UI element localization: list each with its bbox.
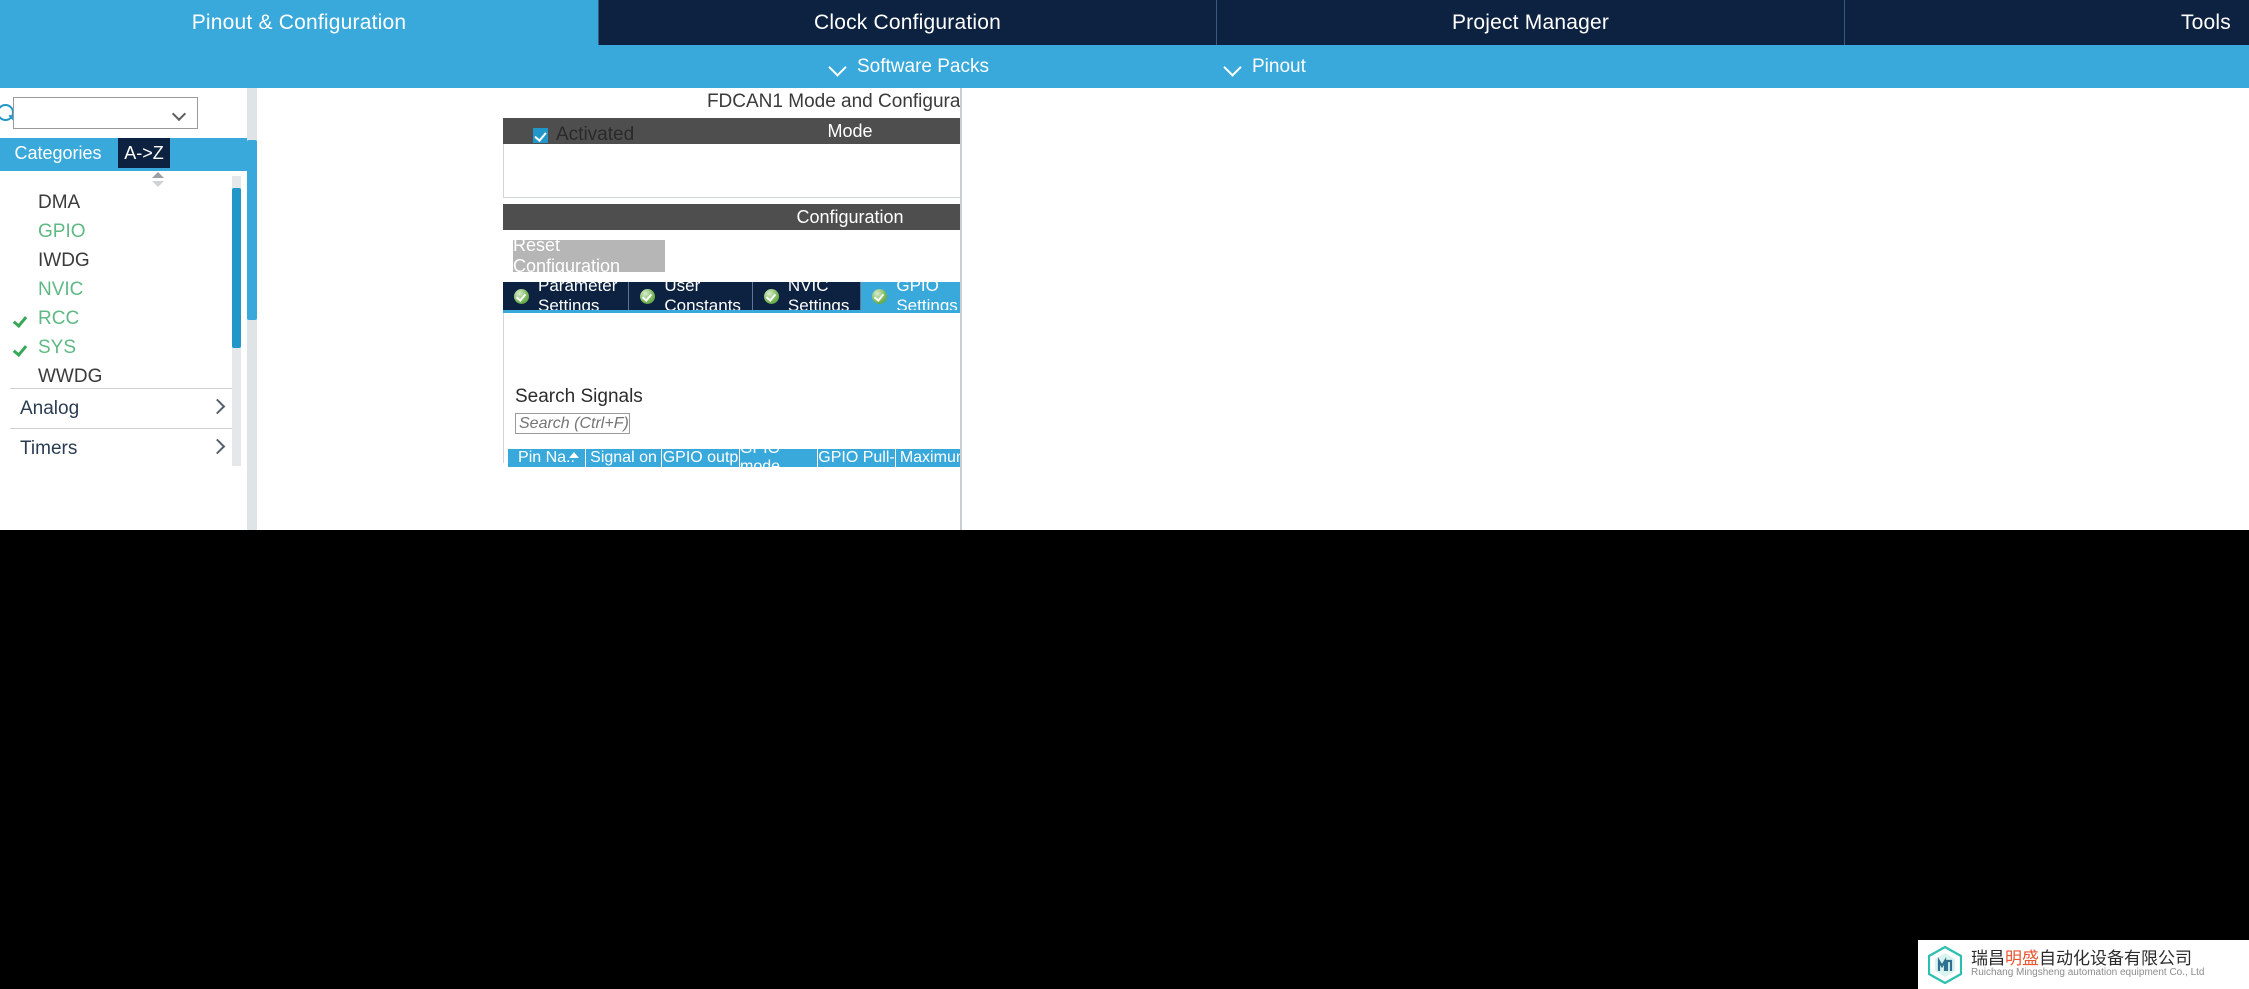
peripheral-label: RCC (38, 307, 80, 329)
table-column-header[interactable]: GPIO Pull- (818, 449, 896, 467)
pinout-menu-label: Pinout (1252, 55, 1306, 77)
chevron-down-icon (174, 109, 186, 121)
check-icon (14, 310, 31, 324)
check-circle-icon (514, 288, 529, 304)
table-column-header-label: GPIO mode (740, 449, 781, 467)
table-column-header-label: Maximum (899, 449, 970, 466)
search-signals-input[interactable] (515, 413, 630, 434)
sidebar-group-timers[interactable]: Timers (10, 428, 232, 468)
peripheral-label: NVIC (38, 278, 84, 300)
peripheral-label: SYS (38, 336, 77, 358)
chevron-right-icon (212, 440, 224, 454)
check-circle-icon (763, 288, 779, 304)
table-column-header[interactable]: Signal on (586, 449, 662, 467)
tab-a-to-z[interactable]: A->Z (118, 138, 170, 168)
tab-project-manager[interactable]: Project Manager (1216, 0, 1844, 45)
software-packs-label: Software Packs (857, 55, 989, 77)
reset-configuration-button[interactable]: Reset Configuration (513, 235, 665, 276)
fdcan1-configuration-panel: FDCAN1 Mode and Configuration Mode Activ… (250, 88, 1239, 530)
table-column-header-label: Pin Na.. (518, 449, 575, 466)
table-column-header-label: GPIO outp (662, 449, 739, 466)
tab-parameter-settings[interactable]: Parameter Settings (503, 276, 630, 315)
watermark-english: Ruichang Mingsheng automation equipment … (1971, 967, 2205, 979)
peripheral-label: IWDG (38, 249, 90, 271)
reset-configuration-label: Reset Configuration (513, 235, 621, 276)
tab-pinout-configuration[interactable]: Pinout & Configuration (0, 0, 598, 45)
chip-pinout-pane: Pinout view System view PB8PB7PB6PB5PB4P… (960, 88, 2249, 530)
chevron-down-icon (1225, 58, 1242, 75)
tab-clock-configuration[interactable]: Clock Configuration (598, 0, 1216, 45)
tab-project-manager-label: Project Manager (1451, 10, 1610, 34)
tab-clock-configuration-label: Clock Configuration (813, 10, 1002, 34)
peripheral-label: GPIO (38, 220, 86, 242)
tab-a-to-z-label: A->Z (124, 142, 164, 163)
check-icon (14, 339, 31, 353)
software-packs-menu[interactable]: Software Packs (830, 45, 989, 88)
sort-ascending-icon (569, 452, 579, 458)
peripheral-label: DMA (38, 191, 81, 213)
tab-user-constants[interactable]: User Constants (629, 276, 753, 315)
check-circle-icon (640, 288, 656, 304)
chevron-right-icon (212, 400, 224, 414)
company-logo-icon (1927, 945, 1963, 984)
configuration-section-label: Configuration (796, 206, 904, 227)
pane-divider (960, 88, 962, 530)
chevron-down-icon (830, 58, 847, 75)
tab-nvic-settings[interactable]: NVIC Settings (752, 276, 862, 315)
watermark-chinese: 瑞昌明盛自动化设备有限公司 (1971, 949, 2192, 969)
activated-checkbox[interactable] (533, 128, 548, 143)
mode-section-label: Mode (827, 120, 873, 141)
stm32cubemx-window: Pinout & Configuration Clock Configurati… (0, 0, 2249, 989)
empty-black-region (0, 530, 2249, 989)
search-signals-field[interactable] (516, 414, 629, 433)
configuration-tab-bar: Parameter Settings User Constants NVIC S… (503, 276, 970, 315)
table-column-header-label: Signal on (590, 449, 657, 466)
activated-label: Activated (556, 124, 635, 145)
watermark: 瑞昌明盛自动化设备有限公司 Ruichang Mingsheng automat… (1918, 940, 2249, 989)
config-scrollbar-thumb[interactable] (247, 140, 257, 320)
sidebar-group-analog[interactable]: Analog (10, 388, 232, 428)
tab-tools-label: Tools (2180, 10, 2231, 34)
search-signals-label: Search Signals (515, 386, 643, 407)
tab-categories-label: Categories (14, 142, 102, 163)
check-circle-icon (872, 288, 888, 304)
tab-pinout-configuration-label: Pinout & Configuration (191, 10, 407, 34)
search-combobox[interactable] (13, 97, 198, 129)
group-label: Analog (20, 397, 80, 419)
group-label: Timers (20, 437, 78, 459)
tab-tools[interactable]: Tools (1844, 0, 2249, 45)
pinout-menu[interactable]: Pinout (1225, 45, 1306, 88)
watermark-text: 瑞昌明盛自动化设备有限公司 Ruichang Mingsheng automat… (1971, 950, 2204, 978)
secondary-toolbar: Software Packs Pinout (0, 45, 2249, 88)
sort-toggle-icon[interactable] (148, 172, 168, 188)
table-column-header[interactable]: GPIO mode (740, 449, 818, 467)
table-column-header[interactable]: GPIO outp (662, 449, 740, 467)
tab-categories[interactable]: Categories (0, 138, 124, 168)
table-column-header-label: GPIO Pull- (818, 449, 895, 466)
tab-gpio-settings[interactable]: GPIO Settings (861, 276, 970, 315)
table-column-header[interactable]: Pin Na.. (508, 449, 586, 467)
main-tab-bar: Pinout & Configuration Clock Configurati… (0, 0, 2249, 45)
peripheral-label: WWDG (38, 365, 103, 387)
